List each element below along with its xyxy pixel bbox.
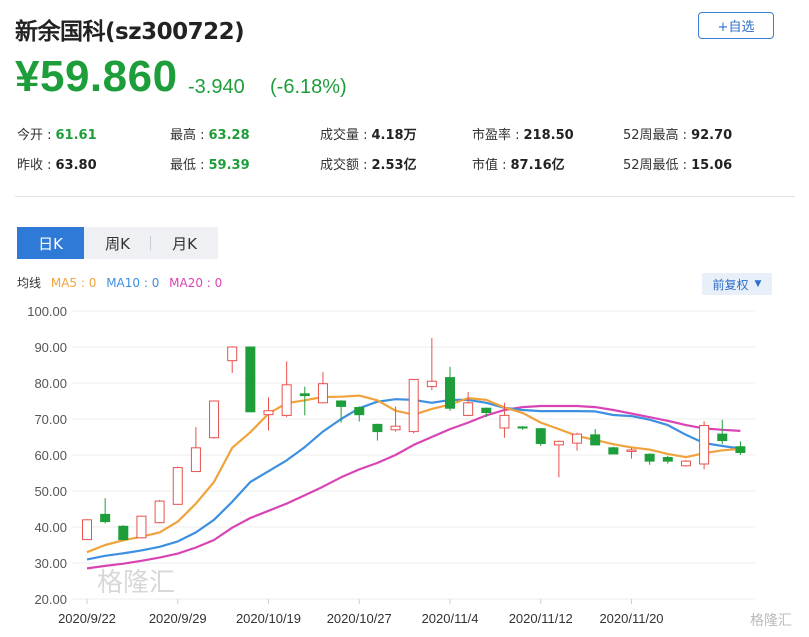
candle-up [190, 447, 201, 473]
y-tick-label: 60.00 [34, 448, 67, 463]
candle-down [336, 400, 347, 407]
candle-up [82, 519, 92, 541]
y-tick-label: 30.00 [34, 556, 67, 571]
candle-up [281, 384, 292, 416]
candle-down [644, 453, 655, 462]
candle-down [535, 428, 546, 444]
watermark-center: 格隆汇 [97, 568, 176, 598]
candle-up [390, 425, 401, 431]
candle-up [680, 460, 691, 467]
candle-up [227, 346, 238, 362]
kline-chart: 100.00 90.00 80.00 70.00 60.00 50.00 40.00 30.0… [27, 304, 755, 626]
y-tick-label: 90.00 [34, 340, 67, 355]
candle-up [463, 402, 474, 416]
x-tick-label: 2020/11/12 [509, 611, 573, 626]
candle-up [699, 424, 710, 465]
candle-down [717, 433, 728, 442]
candle-down [608, 447, 619, 455]
candle-down [481, 407, 492, 414]
candle-up [408, 378, 419, 433]
candle-up [209, 400, 220, 439]
x-tick-label: 2020/11/4 [422, 611, 479, 626]
candle-up [553, 440, 564, 446]
candle-down [245, 346, 256, 413]
candle-down [445, 377, 455, 409]
candle-up [317, 383, 328, 404]
y-tick-label: 50.00 [34, 484, 67, 499]
candle-up [136, 515, 147, 539]
candle-down [735, 446, 746, 453]
x-tick-label: 2020/10/27 [327, 611, 392, 626]
y-tick-label: 100.00 [27, 304, 67, 319]
candle-down [100, 513, 111, 523]
candle-up [263, 410, 274, 416]
candle-down [662, 457, 673, 462]
candle-down [118, 525, 129, 541]
y-tick-label: 70.00 [34, 412, 67, 427]
candle-down [299, 393, 310, 397]
candle-up [426, 380, 437, 388]
y-tick-label: 80.00 [34, 376, 67, 391]
y-tick-label: 40.00 [34, 520, 67, 535]
candle-up [499, 414, 510, 429]
candle-down [354, 406, 365, 416]
candle-up [626, 449, 637, 452]
candle-down [372, 423, 383, 433]
candle-up [572, 433, 583, 444]
x-tick-label: 2020/11/20 [599, 611, 663, 626]
y-tick-label: 20.00 [34, 592, 67, 607]
x-tick-label: 2020/9/29 [149, 611, 207, 626]
watermark-corner: 格隆汇 [750, 613, 792, 629]
x-tick-label: 2020/10/19 [236, 611, 301, 626]
candle-up [154, 500, 165, 524]
candle-down [590, 434, 601, 446]
candle-down [517, 426, 528, 429]
x-tick-label: 2020/9/22 [58, 611, 116, 626]
candle-up [172, 467, 183, 505]
